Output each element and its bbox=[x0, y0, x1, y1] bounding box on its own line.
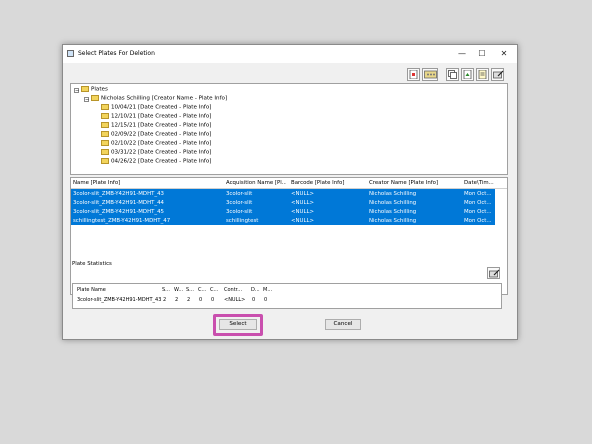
stats-cell: 2 bbox=[187, 297, 191, 303]
column-header[interactable]: Name [Plate Info] bbox=[73, 180, 223, 186]
cell-creator: Nicholas Schilling bbox=[369, 199, 417, 206]
folder-icon bbox=[101, 158, 109, 164]
select-plates-dialog: Select Plates For Deletion — ☐ ✕ − Plate… bbox=[62, 44, 518, 340]
close-button[interactable]: ✕ bbox=[497, 48, 511, 60]
cell-name: 3color-slit_ZMB-Y42H91-MDHT_45 bbox=[73, 208, 164, 215]
stats-cell: 0 bbox=[252, 297, 256, 303]
copy-icon[interactable] bbox=[446, 68, 459, 81]
tree-node-date[interactable]: 03/31/22 [Date Created - Plate Info] bbox=[101, 149, 211, 156]
tree-node-date[interactable]: 10/04/21 [Date Created - Plate Info] bbox=[101, 104, 211, 111]
stats-cell: 0 bbox=[199, 297, 203, 303]
cell-acquisition: 3color-slit bbox=[226, 190, 253, 197]
column-header[interactable]: Barcode [Plate Info] bbox=[291, 180, 363, 186]
cell-name: schillingtest_ZMB-Y42H91-MDHT_47 bbox=[73, 217, 171, 224]
folder-icon bbox=[101, 149, 109, 155]
cell-creator: Nicholas Schilling bbox=[369, 190, 417, 197]
stats-column-header: C... bbox=[210, 287, 219, 293]
column-header[interactable]: Creator Name [Plate Info] bbox=[369, 180, 459, 186]
collapse-creator-icon[interactable]: − bbox=[84, 97, 89, 103]
window-title: Select Plates For Deletion bbox=[78, 50, 155, 57]
stats-cell: 2 bbox=[163, 297, 167, 303]
tree-node-date[interactable]: 04/26/22 [Date Created - Plate Info] bbox=[101, 158, 211, 165]
cell-name: 3color-slit_ZMB-Y42H91-MDHT_44 bbox=[73, 199, 164, 206]
tree-node-date[interactable]: 12/10/21 [Date Created - Plate Info] bbox=[101, 113, 211, 120]
table-row[interactable]: 3color-slit_ZMB-Y42H91-MDHT_44 3color-sl… bbox=[71, 198, 495, 207]
plate-statistics-label: Plate Statistics bbox=[72, 261, 112, 267]
plate-statistics-table[interactable]: Plate Name S... W... S... C... C... Cont… bbox=[72, 283, 502, 309]
folder-icon bbox=[81, 86, 89, 92]
cell-date: Mon Oct... bbox=[464, 208, 492, 215]
cell-creator: Nicholas Schilling bbox=[369, 208, 417, 215]
folder-icon bbox=[101, 113, 109, 119]
statistics-edit-icon[interactable] bbox=[487, 267, 500, 279]
stats-column-header: D... bbox=[251, 287, 260, 293]
cell-date: Mon Oct... bbox=[464, 190, 492, 197]
plate-view-icon[interactable] bbox=[422, 68, 438, 81]
stats-column-header: S... bbox=[186, 287, 194, 293]
tree-node-date[interactable]: 12/15/21 [Date Created - Plate Info] bbox=[101, 122, 211, 129]
stats-column-header: S... bbox=[162, 287, 170, 293]
minimize-button[interactable]: — bbox=[455, 48, 469, 60]
tree-node-plates[interactable]: Plates bbox=[81, 86, 108, 93]
select-button[interactable]: Select bbox=[219, 319, 257, 330]
cell-acquisition: 3color-slit bbox=[226, 199, 253, 206]
cell-date: Mon Oct... bbox=[464, 199, 492, 206]
table-row[interactable]: 3color-slit_ZMB-Y42H91-MDHT_45 3color-sl… bbox=[71, 207, 495, 216]
stats-cell: 3color-slit_ZMB-Y42H91-MDHT_43 bbox=[77, 297, 161, 303]
stats-cell: <NULL> bbox=[224, 297, 246, 303]
cell-barcode: <NULL> bbox=[291, 199, 315, 206]
cell-acquisition: schillingtest bbox=[226, 217, 259, 224]
stats-cell: 0 bbox=[211, 297, 215, 303]
cell-acquisition: 3color-slit bbox=[226, 208, 253, 215]
document-icon[interactable] bbox=[476, 68, 489, 81]
tree-node-creator[interactable]: Nicholas Schilling [Creator Name - Plate… bbox=[91, 95, 227, 102]
stats-column-header: W... bbox=[174, 287, 183, 293]
cell-date: Mon Oct... bbox=[464, 217, 492, 224]
folder-icon bbox=[101, 140, 109, 146]
table-row[interactable]: 3color-slit_ZMB-Y42H91-MDHT_43 3color-sl… bbox=[71, 189, 495, 198]
stats-column-header: Contr... bbox=[224, 287, 243, 293]
tree-node-date[interactable]: 02/10/22 [Date Created - Plate Info] bbox=[101, 140, 211, 147]
cancel-button[interactable]: Cancel bbox=[325, 319, 361, 330]
column-header[interactable]: Date\Tim... bbox=[464, 180, 506, 186]
cell-barcode: <NULL> bbox=[291, 190, 315, 197]
edit-icon[interactable] bbox=[491, 68, 504, 81]
maximize-button[interactable]: ☐ bbox=[475, 48, 489, 60]
stats-cell: 2 bbox=[175, 297, 179, 303]
plate-grid[interactable]: Name [Plate Info] Acquisition Name [Pl..… bbox=[70, 177, 508, 295]
add-plate-icon[interactable] bbox=[407, 68, 420, 81]
stats-cell: 0 bbox=[264, 297, 268, 303]
folder-icon bbox=[101, 104, 109, 110]
app-icon bbox=[67, 50, 74, 57]
folder-icon bbox=[101, 122, 109, 128]
export-icon[interactable] bbox=[461, 68, 474, 81]
folder-icon bbox=[101, 131, 109, 137]
tree-node-date[interactable]: 02/09/22 [Date Created - Plate Info] bbox=[101, 131, 211, 138]
cell-name: 3color-slit_ZMB-Y42H91-MDHT_43 bbox=[73, 190, 164, 197]
grid-header: Name [Plate Info] Acquisition Name [Pl..… bbox=[71, 178, 507, 189]
cell-barcode: <NULL> bbox=[291, 208, 315, 215]
title-bar[interactable]: Select Plates For Deletion — ☐ ✕ bbox=[63, 45, 517, 63]
collapse-plates-icon[interactable]: − bbox=[74, 88, 79, 94]
folder-icon bbox=[91, 95, 99, 101]
stats-column-header: C... bbox=[198, 287, 207, 293]
column-header[interactable]: Acquisition Name [Pl... bbox=[226, 180, 286, 186]
plate-tree[interactable]: − Plates − Nicholas Schilling [Creator N… bbox=[70, 83, 508, 175]
stats-column-header: M... bbox=[263, 287, 272, 293]
cell-creator: Nicholas Schilling bbox=[369, 217, 417, 224]
stats-column-header: Plate Name bbox=[77, 287, 106, 293]
table-row[interactable]: schillingtest_ZMB-Y42H91-MDHT_47 schilli… bbox=[71, 216, 495, 225]
cell-barcode: <NULL> bbox=[291, 217, 315, 224]
